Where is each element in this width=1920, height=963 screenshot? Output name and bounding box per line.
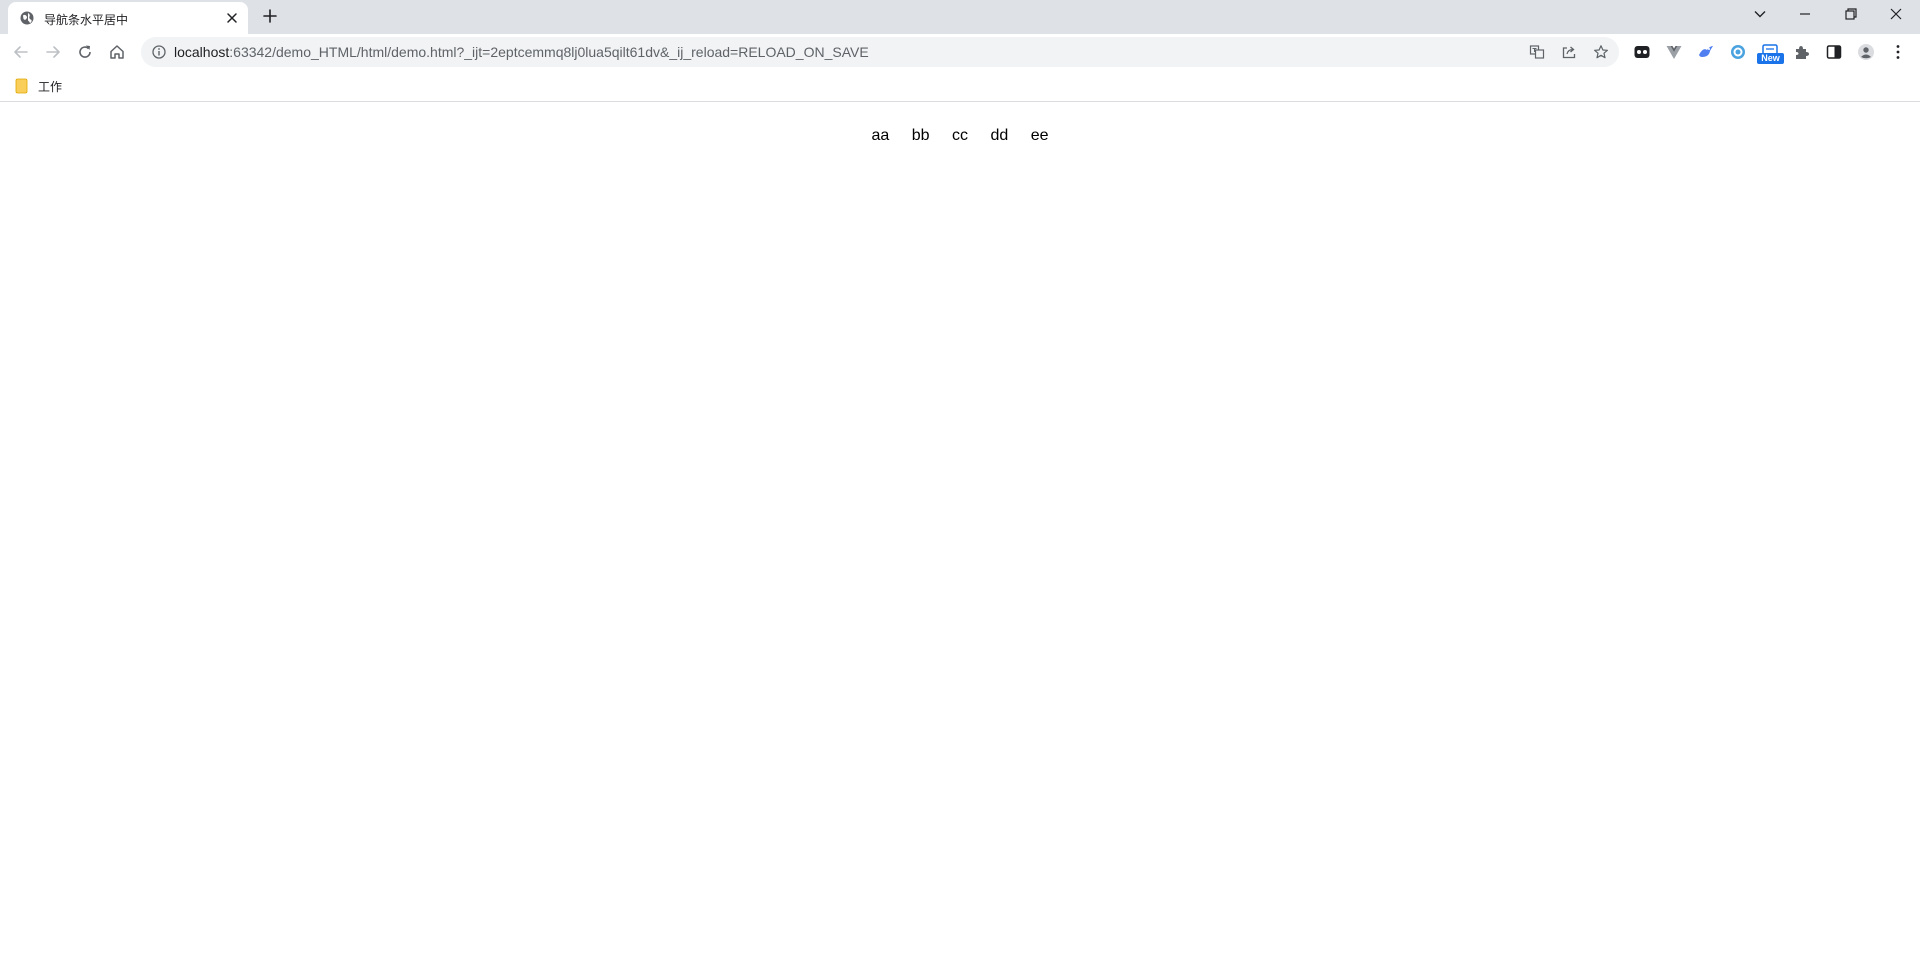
nav-item-dd[interactable]: dd [990,126,1008,146]
close-tab-icon[interactable] [224,10,240,26]
side-panel-icon[interactable] [1825,43,1843,61]
bookmark-label: 工作 [38,80,63,94]
browser-toolbar: localhost:63342/demo_HTML/html/demo.html… [0,34,1920,70]
puzzle-icon[interactable] [1793,43,1811,61]
page-content: aa bb cc dd ee [0,103,1920,963]
nav-item-cc[interactable]: cc [952,126,968,146]
nav-item-aa[interactable]: aa [872,126,890,146]
nav-bar: aa bb cc dd ee [0,126,1920,146]
new-badge: New [1757,53,1784,64]
nav-item-ee[interactable]: ee [1031,126,1049,146]
site-info-icon[interactable] [152,45,166,59]
share-icon[interactable] [1561,44,1577,60]
circle-extension-icon[interactable] [1729,43,1747,61]
profile-avatar-icon[interactable] [1857,43,1875,61]
address-bar[interactable]: localhost:63342/demo_HTML/html/demo.html… [141,37,1619,67]
nav-item-bb[interactable]: bb [912,126,930,146]
close-window-icon[interactable] [1888,6,1904,22]
url-host: localhost [174,44,230,60]
restore-icon[interactable] [1843,6,1859,22]
reload-icon[interactable] [76,43,94,61]
tab-search-icon[interactable] [1752,6,1768,22]
bookmarks-bar: 工作 [0,70,1920,102]
browser-tab[interactable]: 导航条水平居中 [8,2,248,34]
extension-black-icon[interactable] [1633,43,1651,61]
home-icon[interactable] [108,43,126,61]
bird-extension-icon[interactable] [1697,43,1715,61]
url-path: :63342/demo_HTML/html/demo.html?_ijt=2ep… [229,44,869,60]
back-icon[interactable] [12,43,30,61]
tab-title: 导航条水平居中 [44,13,129,27]
url-text[interactable]: localhost:63342/demo_HTML/html/demo.html… [174,44,869,60]
globe-icon [20,11,34,25]
bookmark-star-icon[interactable] [1593,44,1609,60]
vue-devtools-icon[interactable] [1665,43,1683,61]
forward-icon[interactable] [44,43,62,61]
menu-kebab-icon[interactable] [1889,43,1907,61]
translate-icon[interactable] [1529,44,1545,60]
folder-icon [15,78,28,94]
minimize-icon[interactable] [1797,6,1813,22]
new-tab-icon[interactable] [262,8,278,24]
tab-strip: 导航条水平居中 [0,0,1920,34]
